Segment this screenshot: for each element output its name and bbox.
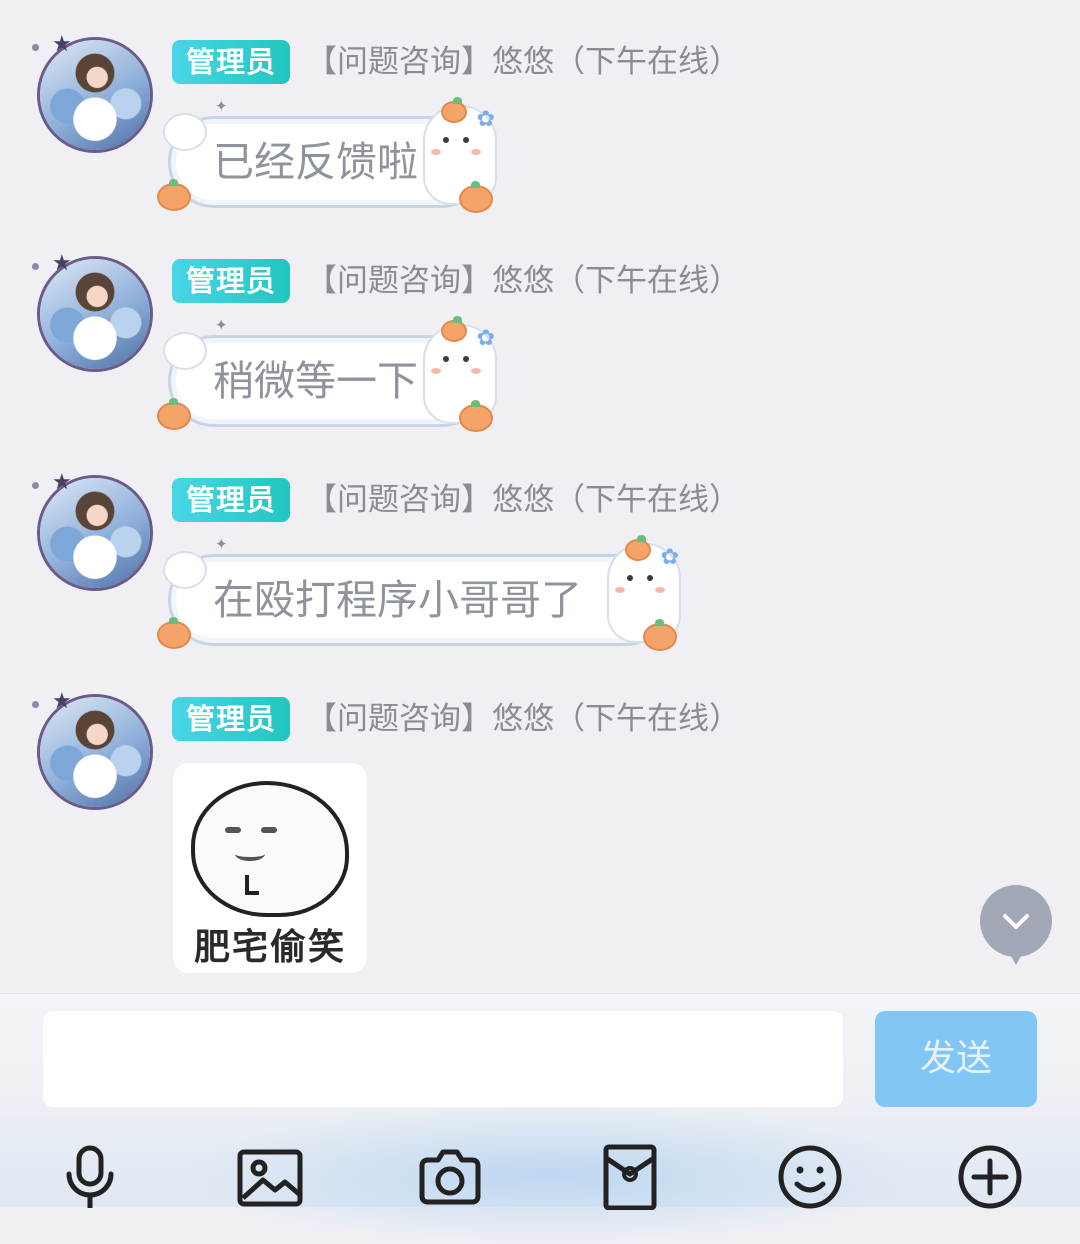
composer-bar: 发送 [0,993,1080,1244]
persimmon-icon [625,535,651,561]
message-bubble[interactable]: 稍微等一下 ✿ ✦ [157,316,497,432]
chevron-down-icon [1003,914,1029,929]
sparkle-icon: ✦ [215,316,228,334]
avatar-decoration [32,44,39,51]
persimmon-icon [459,400,493,432]
chat-message-list[interactable]: ★ 管理员 【问题咨询】悠悠（下午在线） 已经反馈啦 ✿ ✦ ★ 管理员 【问题… [0,0,1080,994]
persimmon-icon [459,181,493,213]
sticker-caption: 肥宅偷笑 [193,927,346,968]
persimmon-icon [441,316,467,342]
persimmon-icon [643,619,677,651]
role-badge: 管理员 [172,40,290,84]
star-icon: ★ [52,32,72,57]
sparkle-icon: ✦ [215,97,228,115]
star-icon: ★ [52,470,72,495]
star-icon: ★ [52,689,72,714]
message-text: 在殴打程序小哥哥了 [213,576,582,624]
send-button[interactable]: 发送 [875,1011,1037,1107]
bubble-mascot-decoration [163,113,207,151]
scroll-to-bottom-button[interactable] [980,885,1052,957]
bubble-mascot-decoration [163,551,207,589]
microphone-icon[interactable] [57,1144,123,1210]
role-badge: 管理员 [172,478,290,522]
message-bubble[interactable]: 在殴打程序小哥哥了 ✿ ✦ [157,535,681,651]
flower-icon: ✿ [660,545,679,570]
message-text: 已经反馈啦 [213,138,418,186]
star-icon: ★ [52,251,72,276]
role-badge: 管理员 [172,697,290,741]
smiley-icon[interactable] [777,1144,843,1210]
red-packet-icon[interactable] [597,1144,663,1210]
message-input[interactable] [43,1011,843,1107]
persimmon-icon [441,97,467,123]
sticker-message[interactable]: 肥宅偷笑 [173,763,367,973]
sender-name[interactable]: 【问题咨询】悠悠（下午在线） [306,699,740,739]
flower-icon: ✿ [476,107,495,132]
bubble-mascot-decoration [163,332,207,370]
sticker-face-image [191,781,349,917]
role-badge: 管理员 [172,259,290,303]
image-icon[interactable] [237,1144,303,1210]
plus-circle-icon[interactable] [957,1144,1023,1210]
sender-name[interactable]: 【问题咨询】悠悠（下午在线） [306,261,740,301]
persimmon-icon [157,617,191,649]
message-bubble[interactable]: 已经反馈啦 ✿ ✦ [157,97,497,213]
avatar-decoration [32,701,39,708]
message-text: 稍微等一下 [213,357,418,405]
camera-icon[interactable] [417,1144,483,1210]
sender-name[interactable]: 【问题咨询】悠悠（下午在线） [306,42,740,82]
persimmon-icon [157,179,191,211]
sparkle-icon: ✦ [215,535,228,553]
sender-name[interactable]: 【问题咨询】悠悠（下午在线） [306,480,740,520]
avatar-decoration [32,263,39,270]
persimmon-icon [157,398,191,430]
flower-icon: ✿ [476,326,495,351]
avatar-decoration [32,482,39,489]
